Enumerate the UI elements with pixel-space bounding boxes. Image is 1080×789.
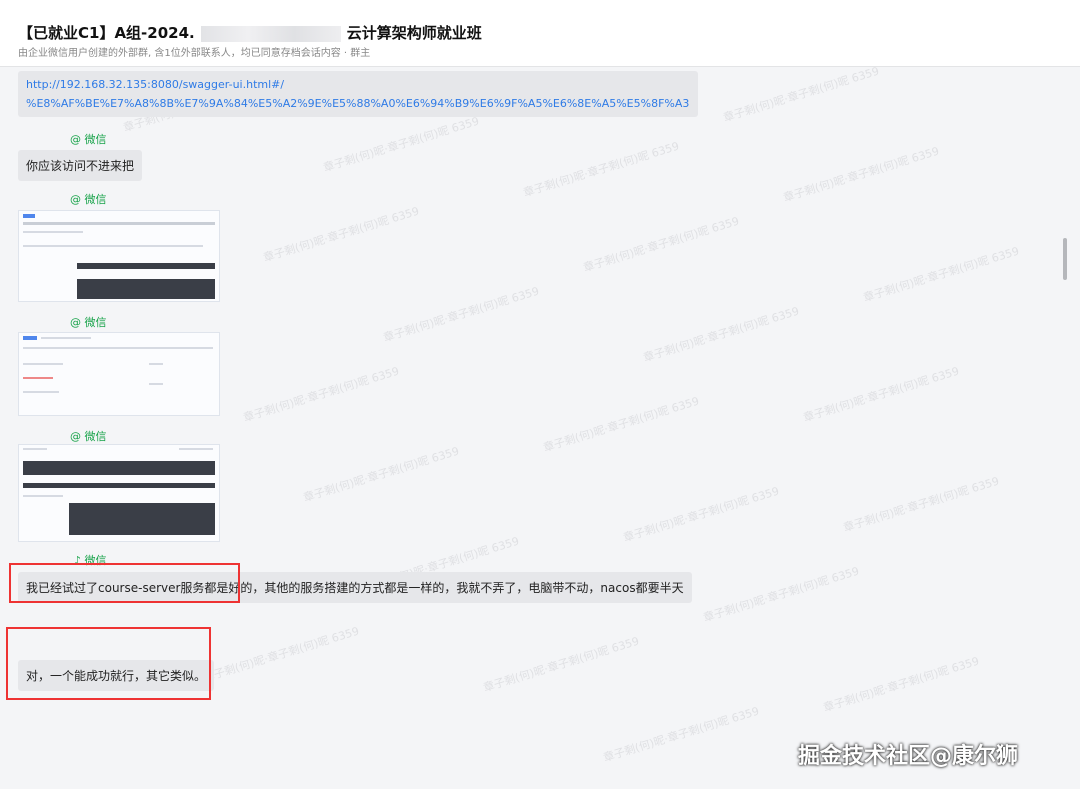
- watermark: 章子剩(何)昵·章子剩(何)昵 6359: [641, 304, 801, 365]
- watermark: 章子剩(何)昵·章子剩(何)昵 6359: [241, 364, 401, 425]
- image-message[interactable]: [18, 444, 220, 542]
- link-message-bubble: http://192.168.32.135:8080/swagger-ui.ht…: [18, 71, 698, 117]
- watermark: 章子剩(何)昵·章子剩(何)昵 6359: [581, 214, 741, 275]
- message-bubble: 你应该访问不进来把: [18, 150, 143, 181]
- image-message[interactable]: [18, 210, 220, 302]
- watermark: 章子剩(何)昵·章子剩(何)昵 6359: [521, 139, 681, 200]
- watermark: 章子剩(何)昵·章子剩(何)昵 6359: [621, 484, 781, 545]
- watermark: 章子剩(何)昵·章子剩(何)昵 6359: [841, 474, 1001, 535]
- watermark: 章子剩(何)昵·章子剩(何)昵 6359: [541, 394, 701, 455]
- image-detail: [23, 231, 83, 233]
- message-list[interactable]: 章子剩(何)昵·章子剩(何)昵 6359 章子剩(何)昵·章子剩(何)昵 635…: [0, 64, 1070, 789]
- image-detail: [23, 391, 59, 393]
- chat-header: 【已就业C1】A组-2024. 云计算架构师就业班 由企业微信用户创建的外部群, …: [0, 0, 1080, 67]
- watermark: 章子剩(何)昵·章子剩(何)昵 6359: [481, 634, 641, 695]
- group-title-left: 【已就业C1】A组-2024.: [18, 24, 195, 42]
- watermark: 章子剩(何)昵·章子剩(何)昵 6359: [381, 284, 541, 345]
- sender-name[interactable]: @ 微信: [70, 314, 107, 330]
- group-title-right: 云计算架构师就业班: [346, 24, 482, 42]
- watermark: 章子剩(何)昵·章子剩(何)昵 6359: [801, 364, 961, 425]
- image-detail: [179, 448, 213, 450]
- image-detail: [41, 337, 91, 339]
- watermark: 章子剩(何)昵·章子剩(何)昵 6359: [701, 564, 861, 625]
- watermark: 章子剩(何)昵·章子剩(何)昵 6359: [821, 654, 981, 715]
- image-detail: [23, 483, 215, 488]
- image-detail: [23, 214, 35, 218]
- image-detail: [23, 448, 47, 450]
- redacted-region: [200, 25, 341, 42]
- highlight-box: [9, 563, 240, 603]
- swagger-link-line2[interactable]: %E8%AF%BE%E7%A8%8B%E7%9A%84%E5%A2%9E%E5%…: [26, 97, 689, 110]
- image-detail: [23, 377, 53, 379]
- image-detail: [23, 461, 215, 475]
- scrollbar-thumb[interactable]: [1063, 238, 1067, 280]
- watermark: 章子剩(何)昵·章子剩(何)昵 6359: [201, 624, 361, 685]
- group-subtitle: 由企业微信用户创建的外部群, 含1位外部联系人，均已同意存档会话内容 · 群主: [18, 48, 371, 59]
- sender-name[interactable]: @ 微信: [70, 191, 107, 207]
- image-detail: [23, 222, 215, 225]
- watermark: 章子剩(何)昵·章子剩(何)昵 6359: [261, 204, 421, 265]
- watermark: 章子剩(何)昵·章子剩(何)昵 6359: [721, 64, 881, 125]
- image-detail: [149, 363, 163, 365]
- watermark: 章子剩(何)昵·章子剩(何)昵 6359: [301, 444, 461, 505]
- swagger-link-line1[interactable]: http://192.168.32.135:8080/swagger-ui.ht…: [26, 78, 284, 91]
- sender-name[interactable]: @ 微信: [70, 428, 107, 444]
- watermark: 章子剩(何)昵·章子剩(何)昵 6359: [781, 144, 941, 205]
- image-detail: [23, 347, 213, 349]
- image-detail: [23, 363, 63, 365]
- image-detail: [77, 263, 215, 269]
- image-detail: [23, 336, 37, 340]
- highlight-box: [6, 627, 211, 700]
- image-detail: [23, 245, 203, 247]
- image-message[interactable]: [18, 332, 220, 416]
- sender-name[interactable]: @ 微信: [70, 131, 107, 147]
- image-detail: [23, 495, 63, 497]
- watermark: 章子剩(何)昵·章子剩(何)昵 6359: [861, 244, 1021, 305]
- image-detail: [77, 279, 215, 299]
- watermark: 章子剩(何)昵·章子剩(何)昵 6359: [601, 704, 761, 765]
- image-detail: [149, 383, 163, 385]
- watermark: 章子剩(何)昵·章子剩(何)昵 6359: [321, 114, 481, 175]
- brand-watermark: 掘金技术社区@康尔狮: [798, 744, 1019, 769]
- image-detail: [69, 503, 215, 535]
- group-title[interactable]: 【已就业C1】A组-2024. 云计算架构师就业班: [18, 22, 482, 43]
